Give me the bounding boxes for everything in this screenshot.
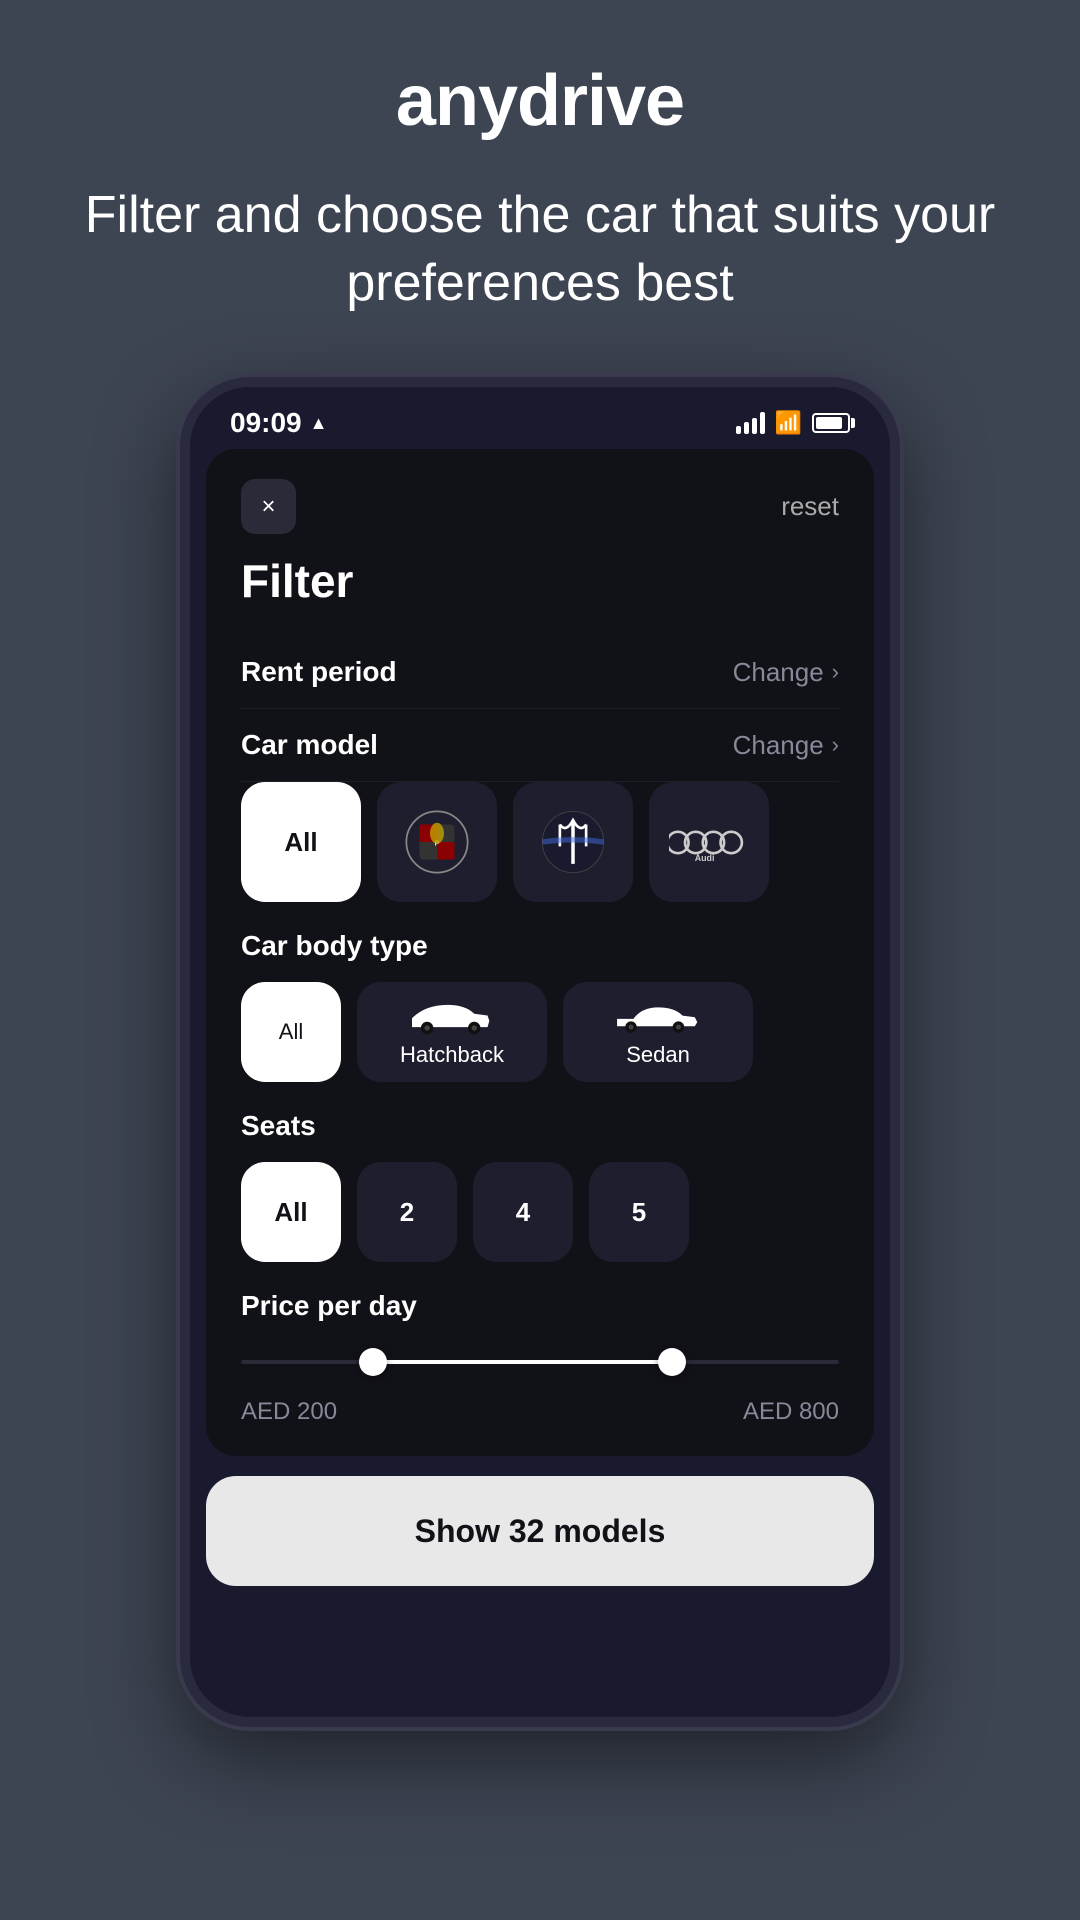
- seat-2-button[interactable]: 2: [357, 1162, 457, 1262]
- brand-pills-row: All P: [241, 782, 839, 902]
- wifi-icon: 📶: [775, 410, 802, 436]
- car-model-label: Car model: [241, 729, 378, 761]
- filter-panel: × reset Filter Rent period Change › Car …: [206, 449, 874, 1456]
- clock: 09:09: [230, 407, 302, 439]
- app-subtitle: Filter and choose the car that suits you…: [0, 182, 1080, 317]
- car-body-type-label: Car body type: [241, 930, 839, 962]
- price-section: Price per day AED 200 AED 800: [241, 1290, 839, 1426]
- chevron-right-icon-2: ›: [832, 732, 839, 758]
- price-labels: AED 200 AED 800: [241, 1398, 839, 1426]
- rent-period-change[interactable]: Change ›: [733, 657, 839, 688]
- location-icon: ▲: [310, 413, 328, 434]
- brand-all-button[interactable]: All: [241, 782, 361, 902]
- car-model-change-label: Change: [733, 730, 824, 761]
- reset-button[interactable]: reset: [781, 491, 839, 522]
- filter-topbar: × reset: [241, 479, 839, 534]
- brand-porsche-button[interactable]: P: [377, 782, 497, 902]
- body-type-all-button[interactable]: All: [241, 982, 341, 1082]
- rent-period-change-label: Change: [733, 657, 824, 688]
- filter-title: Filter: [241, 554, 839, 608]
- show-button-container: Show 32 models: [190, 1456, 890, 1596]
- rent-period-row: Rent period Change ›: [241, 636, 839, 709]
- price-min-label: AED 200: [241, 1398, 337, 1426]
- battery-icon: [812, 413, 850, 433]
- svg-text:Audi: Audi: [695, 853, 715, 863]
- brand-audi-button[interactable]: Audi: [649, 782, 769, 902]
- phone-mockup: 09:09 ▲ 📶 × reset Filter Rent period: [180, 377, 900, 1727]
- price-max-label: AED 800: [743, 1398, 839, 1426]
- body-type-row: All Hatchback: [241, 982, 839, 1082]
- price-thumb-min[interactable]: [359, 1348, 387, 1376]
- seat-5-button[interactable]: 5: [589, 1162, 689, 1262]
- show-models-button[interactable]: Show 32 models: [206, 1476, 874, 1586]
- chevron-right-icon: ›: [832, 659, 839, 685]
- status-icons: 📶: [736, 410, 850, 436]
- status-time: 09:09 ▲: [230, 407, 327, 439]
- sedan-label: Sedan: [626, 1042, 690, 1068]
- seat-all-button[interactable]: All: [241, 1162, 341, 1262]
- rent-period-label: Rent period: [241, 656, 397, 688]
- signal-bars-icon: [736, 412, 765, 434]
- close-button[interactable]: ×: [241, 479, 296, 534]
- slider-fill: [373, 1360, 672, 1364]
- body-type-hatchback-button[interactable]: Hatchback: [357, 982, 547, 1082]
- brand-maserati-button[interactable]: [513, 782, 633, 902]
- price-thumb-max[interactable]: [658, 1348, 686, 1376]
- price-title: Price per day: [241, 1290, 839, 1322]
- hatchback-label: Hatchback: [400, 1042, 504, 1068]
- seats-row: All 2 4 5: [241, 1162, 839, 1262]
- car-model-change[interactable]: Change ›: [733, 730, 839, 761]
- seats-label: Seats: [241, 1110, 839, 1142]
- status-bar: 09:09 ▲ 📶: [190, 387, 890, 449]
- app-title: anydrive: [396, 60, 684, 142]
- seat-4-button[interactable]: 4: [473, 1162, 573, 1262]
- car-model-row: Car model Change ›: [241, 709, 839, 782]
- body-type-sedan-button[interactable]: Sedan: [563, 982, 753, 1082]
- price-slider[interactable]: [241, 1342, 839, 1382]
